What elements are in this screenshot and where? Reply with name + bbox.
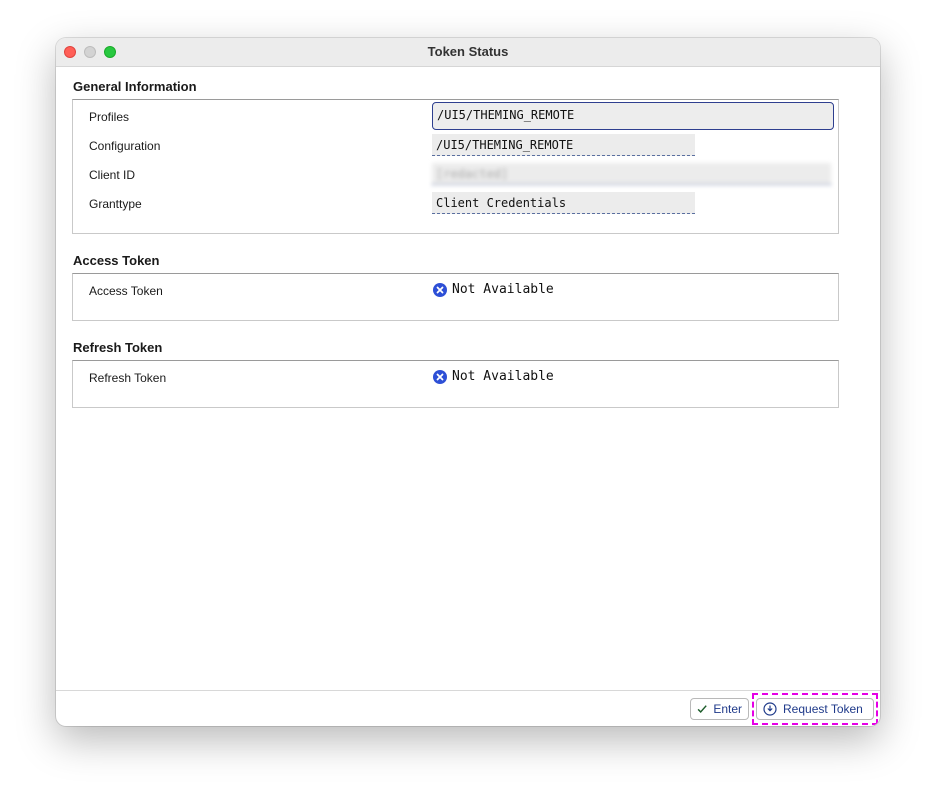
- x-circle-icon: [433, 369, 447, 384]
- title-bar: Token Status: [56, 38, 880, 67]
- request-token-icon: [763, 702, 777, 716]
- access-token-status-text: Not Available: [452, 282, 554, 297]
- granttype-label: Granttype: [89, 197, 142, 211]
- configuration-label: Configuration: [89, 139, 161, 153]
- refresh-token-group: Refresh Token Not Available: [72, 360, 839, 408]
- refresh-token-title: Refresh Token: [73, 340, 163, 355]
- token-status-window: Token Status General Information Profile…: [56, 38, 880, 726]
- refresh-token-status-text: Not Available: [452, 369, 554, 384]
- general-information-title: General Information: [73, 79, 197, 94]
- x-circle-icon: [433, 282, 447, 297]
- profiles-label: Profiles: [89, 110, 130, 124]
- window-title: Token Status: [427, 44, 509, 59]
- profiles-field[interactable]: /UI5/THEMING_REMOTE: [432, 102, 834, 130]
- enter-button-label: Enter: [713, 702, 742, 716]
- request-token-button-label: Request Token: [783, 702, 863, 716]
- access-token-title: Access Token: [73, 253, 160, 268]
- granttype-field[interactable]: Client Credentials: [432, 192, 695, 214]
- access-token-label: Access Token: [89, 284, 163, 298]
- screen: Token Status General Information Profile…: [0, 0, 936, 801]
- request-token-button[interactable]: Request Token: [756, 698, 874, 720]
- enter-button[interactable]: Enter: [690, 698, 749, 720]
- general-information-group: Profiles /UI5/THEMING_REMOTE Configurati…: [72, 99, 839, 234]
- client-id-label: Client ID: [89, 168, 136, 182]
- footer-divider: [56, 690, 880, 691]
- client-id-field[interactable]: [redacted]: [432, 163, 831, 185]
- checkmark-icon: [697, 705, 707, 714]
- refresh-token-status: Not Available: [433, 369, 554, 384]
- access-token-status: Not Available: [433, 282, 554, 297]
- configuration-field[interactable]: /UI5/THEMING_REMOTE: [432, 134, 695, 156]
- refresh-token-label: Refresh Token: [89, 371, 167, 385]
- access-token-group: Access Token Not Available: [72, 273, 839, 321]
